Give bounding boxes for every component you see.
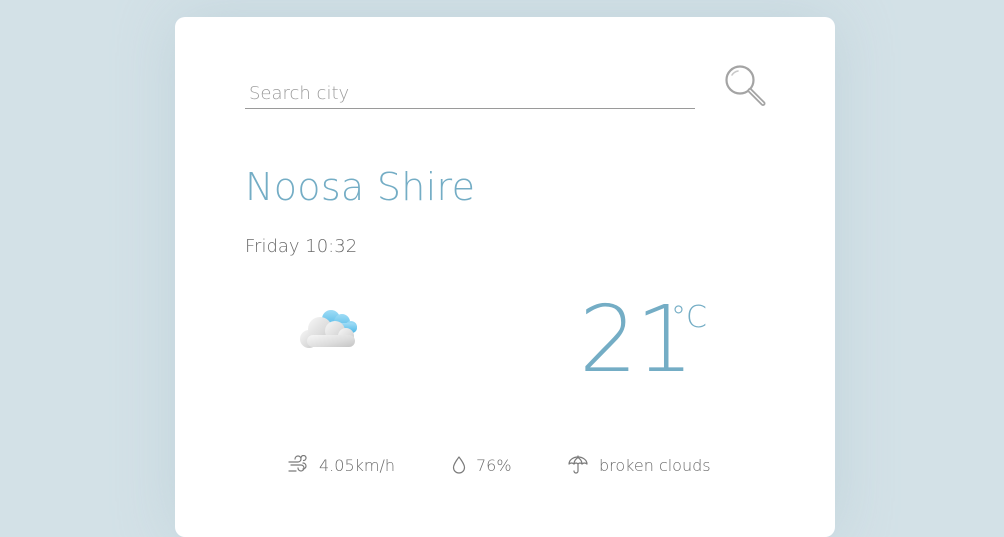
search-button[interactable] bbox=[720, 61, 770, 111]
temperature: 21 °C bbox=[579, 285, 707, 395]
weather-condition bbox=[295, 303, 365, 353]
umbrella-icon bbox=[568, 455, 588, 474]
droplet-icon bbox=[452, 456, 466, 474]
search-input[interactable] bbox=[245, 79, 695, 109]
broken-clouds-icon bbox=[300, 310, 357, 348]
city-name: Noosa Shire bbox=[245, 165, 476, 209]
description-value: broken clouds bbox=[599, 455, 711, 475]
wind-icon bbox=[288, 455, 307, 472]
wind-value: 4.05km/h bbox=[319, 455, 396, 475]
humidity-stat: 76% bbox=[452, 453, 512, 477]
search-bar bbox=[245, 61, 775, 121]
wind-stat: 4.05km/h bbox=[287, 453, 395, 477]
description-stat: broken clouds bbox=[567, 453, 711, 477]
temperature-unit: °C bbox=[671, 300, 707, 335]
magnifier-icon bbox=[725, 65, 766, 106]
weather-card: Noosa Shire Friday 10:32 bbox=[175, 17, 835, 537]
humidity-value: 76% bbox=[476, 455, 512, 475]
date-time: Friday 10:32 bbox=[245, 236, 358, 257]
